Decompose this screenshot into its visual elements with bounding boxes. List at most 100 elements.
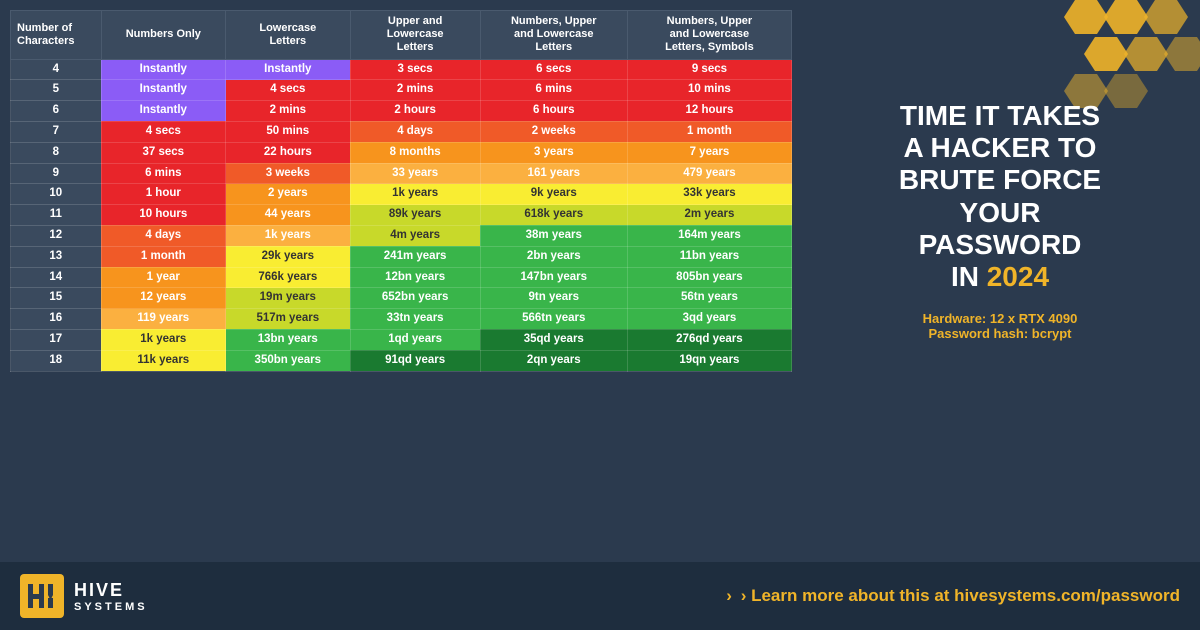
cell-upper-lower: 89k years bbox=[350, 205, 480, 226]
cell-chars: 5 bbox=[11, 80, 102, 101]
cell-chars: 15 bbox=[11, 288, 102, 309]
cell-num-upper-lower: 618k years bbox=[480, 205, 627, 226]
cell-num-only: 4 days bbox=[101, 225, 226, 246]
table-row: 96 mins3 weeks33 years161 years479 years bbox=[11, 163, 792, 184]
cell-chars: 10 bbox=[11, 184, 102, 205]
cell-num-only: 1 year bbox=[101, 267, 226, 288]
table-row: 4InstantlyInstantly3 secs6 secs9 secs bbox=[11, 59, 792, 80]
cell-num-upper-lower-sym: 9 secs bbox=[627, 59, 791, 80]
cell-lower: 13bn years bbox=[226, 329, 351, 350]
cell-num-upper-lower: 35qd years bbox=[480, 329, 627, 350]
cell-num-upper-lower: 3 years bbox=[480, 142, 627, 163]
title-line4: YOUR bbox=[899, 197, 1101, 229]
cell-lower: 3 weeks bbox=[226, 163, 351, 184]
cell-upper-lower: 3 secs bbox=[350, 59, 480, 80]
cell-num-only: 12 years bbox=[101, 288, 226, 309]
logo-systems: SYSTEMS bbox=[74, 601, 148, 613]
title-line1: TIME IT TAKES bbox=[899, 100, 1101, 132]
cell-num-only: 119 years bbox=[101, 309, 226, 330]
cell-chars: 9 bbox=[11, 163, 102, 184]
cell-chars: 13 bbox=[11, 246, 102, 267]
cell-num-only: 37 secs bbox=[101, 142, 226, 163]
cell-chars: 4 bbox=[11, 59, 102, 80]
table-row: 141 year766k years12bn years147bn years8… bbox=[11, 267, 792, 288]
table-section: Number ofCharacters Numbers Only Lowerca… bbox=[0, 0, 800, 562]
cell-num-upper-lower: 2bn years bbox=[480, 246, 627, 267]
cell-num-upper-lower: 2qn years bbox=[480, 350, 627, 371]
title-line5: PASSWORD bbox=[899, 229, 1101, 261]
table-row: 837 secs22 hours8 months3 years7 years bbox=[11, 142, 792, 163]
cell-num-upper-lower-sym: 1 month bbox=[627, 121, 791, 142]
title-in: IN bbox=[951, 261, 987, 292]
cell-chars: 8 bbox=[11, 142, 102, 163]
cell-chars: 18 bbox=[11, 350, 102, 371]
cell-num-upper-lower: 9tn years bbox=[480, 288, 627, 309]
cell-num-only: Instantly bbox=[101, 59, 226, 80]
hardware-line2: Password hash: bcrypt bbox=[923, 326, 1078, 341]
cell-chars: 17 bbox=[11, 329, 102, 350]
logo-hive: HIVE bbox=[74, 580, 148, 601]
cell-lower: 350bn years bbox=[226, 350, 351, 371]
col-header-chars: Number ofCharacters bbox=[11, 11, 102, 60]
cell-upper-lower: 33 years bbox=[350, 163, 480, 184]
cell-upper-lower: 12bn years bbox=[350, 267, 480, 288]
cell-lower: 50 mins bbox=[226, 121, 351, 142]
cell-num-upper-lower-sym: 56tn years bbox=[627, 288, 791, 309]
cell-num-upper-lower-sym: 3qd years bbox=[627, 309, 791, 330]
title-line3: BRUTE FORCE bbox=[899, 164, 1101, 196]
col-header-upper-lower: Upper andLowercaseLetters bbox=[350, 11, 480, 60]
cell-num-only: 10 hours bbox=[101, 205, 226, 226]
cell-lower: 1k years bbox=[226, 225, 351, 246]
table-row: 101 hour2 years1k years9k years33k years bbox=[11, 184, 792, 205]
cell-num-upper-lower-sym: 11bn years bbox=[627, 246, 791, 267]
cell-num-upper-lower: 6 mins bbox=[480, 80, 627, 101]
cell-num-upper-lower: 566tn years bbox=[480, 309, 627, 330]
footer-link-prefix: › Learn more about this at bbox=[741, 586, 954, 605]
cell-num-only: 1k years bbox=[101, 329, 226, 350]
cell-upper-lower: 4m years bbox=[350, 225, 480, 246]
cell-num-upper-lower: 161 years bbox=[480, 163, 627, 184]
cell-lower: 29k years bbox=[226, 246, 351, 267]
title-year: 2024 bbox=[987, 261, 1049, 292]
cell-upper-lower: 2 mins bbox=[350, 80, 480, 101]
cell-upper-lower: 4 days bbox=[350, 121, 480, 142]
table-row: 74 secs50 mins4 days2 weeks1 month bbox=[11, 121, 792, 142]
password-table: Number ofCharacters Numbers Only Lowerca… bbox=[10, 10, 792, 372]
table-row: 1811k years350bn years91qd years2qn year… bbox=[11, 350, 792, 371]
hardware-line1: Hardware: 12 x RTX 4090 bbox=[923, 311, 1078, 326]
footer-link[interactable]: › › Learn more about this at hivesystems… bbox=[726, 586, 1180, 606]
cell-num-only: 11k years bbox=[101, 350, 226, 371]
cell-upper-lower: 91qd years bbox=[350, 350, 480, 371]
cell-num-only: Instantly bbox=[101, 101, 226, 122]
col-header-numbers: Numbers Only bbox=[101, 11, 226, 60]
cell-lower: 4 secs bbox=[226, 80, 351, 101]
title-block: TIME IT TAKES A HACKER TO BRUTE FORCE YO… bbox=[899, 100, 1101, 293]
right-section: TIME IT TAKES A HACKER TO BRUTE FORCE YO… bbox=[800, 0, 1200, 562]
table-row: 16119 years517m years33tn years566tn yea… bbox=[11, 309, 792, 330]
cell-chars: 12 bbox=[11, 225, 102, 246]
cell-num-upper-lower-sym: 479 years bbox=[627, 163, 791, 184]
cell-upper-lower: 1k years bbox=[350, 184, 480, 205]
footer-link-url: hivesystems.com/password bbox=[954, 586, 1180, 605]
title-year-line: IN 2024 bbox=[899, 261, 1101, 293]
cell-num-upper-lower-sym: 12 hours bbox=[627, 101, 791, 122]
col-header-num-upper-lower: Numbers, Upperand LowercaseLetters bbox=[480, 11, 627, 60]
hive-logo-icon bbox=[20, 574, 64, 618]
cell-chars: 6 bbox=[11, 101, 102, 122]
logo-area: HIVE SYSTEMS bbox=[20, 574, 148, 618]
cell-chars: 16 bbox=[11, 309, 102, 330]
col-header-lower: LowercaseLetters bbox=[226, 11, 351, 60]
cell-num-upper-lower: 6 secs bbox=[480, 59, 627, 80]
table-row: 171k years13bn years1qd years35qd years2… bbox=[11, 329, 792, 350]
cell-upper-lower: 8 months bbox=[350, 142, 480, 163]
hardware-info: Hardware: 12 x RTX 4090 Password hash: b… bbox=[923, 311, 1078, 341]
cell-lower: 44 years bbox=[226, 205, 351, 226]
table-row: 124 days1k years4m years38m years164m ye… bbox=[11, 225, 792, 246]
table-row: 1110 hours44 years89k years618k years2m … bbox=[11, 205, 792, 226]
table-row: 1512 years19m years652bn years9tn years5… bbox=[11, 288, 792, 309]
cell-lower: 2 mins bbox=[226, 101, 351, 122]
cell-upper-lower: 241m years bbox=[350, 246, 480, 267]
cell-num-upper-lower-sym: 2m years bbox=[627, 205, 791, 226]
cell-upper-lower: 33tn years bbox=[350, 309, 480, 330]
cell-lower: 22 hours bbox=[226, 142, 351, 163]
